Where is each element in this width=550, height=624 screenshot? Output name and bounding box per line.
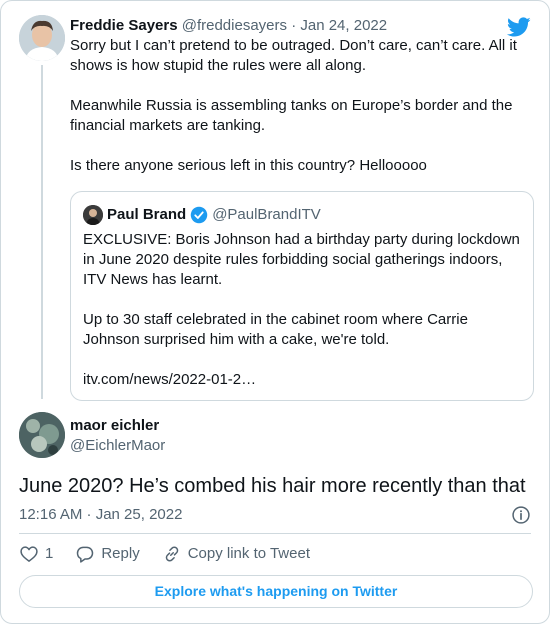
quoted-link: itv.com/news/2022-01-2… (83, 371, 257, 388)
author-name[interactable]: Freddie Sayers (70, 17, 178, 34)
tweet-paragraph: Sorry but I can’t pretend to be outraged… (70, 37, 517, 74)
divider (19, 533, 531, 534)
quoted-tweet-header: Paul Brand @PaulBrandITV (83, 205, 521, 225)
avatar-freddie-sayers[interactable] (19, 15, 65, 61)
quoted-paragraph: Up to 30 staff celebrated in the cabinet… (83, 311, 468, 348)
quoted-author-handle: @PaulBrandITV (212, 206, 321, 223)
avatar-maor-eichler[interactable] (19, 412, 65, 458)
quoted-tweet[interactable]: Paul Brand @PaulBrandITV EXCLUSIVE: Bori… (70, 191, 534, 401)
reply-author-name[interactable]: maor eichler (70, 416, 165, 436)
like-button[interactable]: 1 (19, 544, 53, 564)
link-icon (165, 546, 178, 562)
tweet-embed-card: Freddie Sayers @freddiesayers · Jan 24, … (0, 0, 550, 624)
tweet-paragraph: Is there anyone serious left in this cou… (70, 157, 427, 174)
reply-header: maor eichler @EichlerMaor (70, 416, 165, 456)
explore-twitter-button[interactable]: Explore what's happening on Twitter (19, 575, 533, 608)
reply-bubble-icon (77, 546, 94, 563)
parent-tweet: Freddie Sayers @freddiesayers · Jan 24, … (70, 16, 535, 176)
verified-badge-icon (190, 206, 208, 224)
copy-link-button[interactable]: Copy link to Tweet (162, 544, 310, 564)
reply-timestamp[interactable]: 12:16 AM · Jan 25, 2022 (19, 505, 182, 525)
tweet-paragraph: Meanwhile Russia is assembling tanks on … (70, 97, 513, 134)
heart-icon (20, 546, 38, 562)
quoted-paragraph: EXCLUSIVE: Boris Johnson had a birthday … (83, 231, 520, 288)
like-count: 1 (45, 545, 54, 562)
thread-connector-line (41, 65, 43, 399)
copy-link-label: Copy link to Tweet (187, 545, 310, 562)
reply-text: June 2020? He’s combed his hair more rec… (19, 475, 526, 497)
reply-label: Reply (101, 545, 140, 562)
quoted-tweet-body: EXCLUSIVE: Boris Johnson had a birthday … (83, 230, 521, 390)
reply-author-handle[interactable]: @EichlerMaor (70, 436, 165, 456)
avatar-paul-brand (83, 205, 103, 225)
dot-separator: · (291, 17, 297, 34)
action-bar: 1 Reply Copy link to Tweet (19, 544, 332, 564)
parent-tweet-header: Freddie Sayers @freddiesayers · Jan 24, … (70, 16, 535, 36)
info-icon[interactable] (511, 505, 531, 525)
author-handle[interactable]: @freddiesayers (182, 17, 287, 34)
parent-tweet-body: Sorry but I can’t pretend to be outraged… (70, 36, 535, 176)
reply-button[interactable]: Reply (75, 544, 140, 564)
tweet-date[interactable]: Jan 24, 2022 (300, 17, 387, 34)
quoted-author-name: Paul Brand (107, 206, 187, 223)
